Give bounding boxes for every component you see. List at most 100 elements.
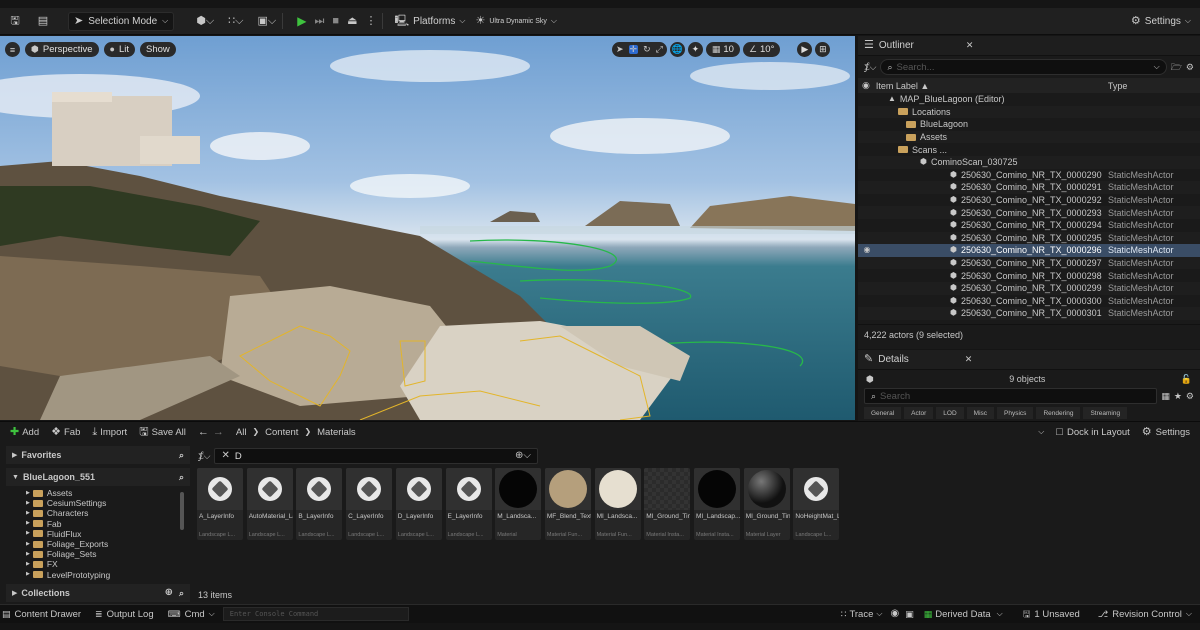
asset-tile[interactable]: E_LayerInfo Landscape L...	[445, 468, 492, 540]
asset-tile[interactable]: B_LayerInfo Landscape L...	[296, 468, 343, 540]
outliner-row[interactable]: ⬢ 250630_Comino_NR_TX_0000294 StaticMeshAc…	[858, 219, 1200, 232]
outliner-row[interactable]: ⬢ 250630_Comino_NR_TX_0000290 StaticMeshAc…	[858, 169, 1200, 182]
asset-tile[interactable]: MI_Landsca... Material Fun...	[594, 468, 641, 540]
unsaved-button[interactable]: 🖫 1 Unsaved	[1023, 609, 1080, 620]
play-icon[interactable]: ▶	[297, 15, 306, 27]
settings-dropdown[interactable]: ⚙ Settings ⌵	[1126, 12, 1196, 31]
asset-tile[interactable]: MF_Blend_Texture Material Fun...	[544, 468, 591, 540]
show-button[interactable]: Show	[139, 42, 176, 57]
grid-view-icon[interactable]: ▦	[1161, 391, 1170, 401]
asset-tile[interactable]: NoHeightMat_LayerInfo Landscape L...	[793, 468, 840, 540]
close-icon[interactable]: ✕	[966, 41, 974, 50]
outliner-row[interactable]: ⬢ 250630_Comino_NR_TX_0000300 StaticMeshAc…	[858, 295, 1200, 308]
chevron-down-icon[interactable]: ⌵	[1038, 428, 1044, 436]
outliner-row[interactable]: ◉ ⬢ 250630_Comino_NR_TX_0000296 StaticMeshA…	[858, 244, 1200, 257]
folder-item[interactable]: ▶ LevelPrototyping	[26, 570, 190, 580]
folder-item[interactable]: ▶ Foliage_Exports	[26, 539, 190, 549]
outliner-row[interactable]: Assets	[858, 130, 1200, 144]
folder-item[interactable]: ▶ FX	[26, 559, 190, 569]
gear-icon[interactable]: ⚙	[1186, 62, 1194, 72]
type-column[interactable]: Type	[1108, 81, 1128, 91]
asset-tile[interactable]: D_LayerInfo Landscape L...	[395, 468, 442, 540]
add-actor-icon[interactable]: ⬢⌵	[196, 15, 214, 27]
star-icon[interactable]: ★	[1174, 391, 1182, 401]
outliner-row[interactable]: Scans ...	[858, 143, 1200, 156]
add-button[interactable]: ✚ Add	[10, 426, 39, 438]
outliner-search-input[interactable]: ⌕ Search... ⌵	[880, 59, 1167, 75]
sky-dropdown[interactable]: ☀ Ultra Dynamic Sky ⌵	[470, 12, 562, 31]
filter-icon[interactable]: ⨋⌵	[864, 62, 876, 72]
folder-item[interactable]: ▶ Fab	[26, 519, 190, 529]
details-category-tab[interactable]: LOD	[936, 407, 964, 419]
folder-item[interactable]: ▶ FluidFlux	[26, 529, 190, 539]
asset-tile[interactable]: M_Landsca... Material	[495, 468, 542, 540]
details-category-tab[interactable]: Physics	[997, 407, 1034, 419]
details-category-tab[interactable]: General	[864, 407, 902, 419]
folder-scrollbar[interactable]	[180, 492, 184, 530]
more-options-icon[interactable]: ⋮	[365, 15, 376, 27]
details-tab[interactable]: ✎ Details ✕	[858, 350, 1200, 370]
asset-tile[interactable]: MI_Landscap... Material Insta...	[694, 468, 740, 540]
outliner-row[interactable]: BlueLagoon	[858, 118, 1200, 131]
outliner-row[interactable]: ⬢ 250630_Comino_NR_TX_0000297 StaticMeshAc…	[858, 256, 1200, 270]
add-folder-icon[interactable]: 🗁	[1171, 62, 1182, 72]
grid-snap-button[interactable]: ▦ 10	[705, 42, 740, 57]
outliner-tab[interactable]: ☰ Outliner ✕	[858, 36, 1200, 56]
scale-icon[interactable]: ⤢	[656, 45, 663, 54]
lit-button[interactable]: ● Lit	[103, 42, 135, 57]
close-icon[interactable]: ✕	[965, 355, 973, 364]
asset-tile[interactable]: C_LayerInfo Landscape L...	[346, 468, 393, 540]
content-icon[interactable]: ▤	[36, 15, 50, 27]
outliner-row[interactable]: Locations	[858, 105, 1200, 119]
asset-tile[interactable]: A_LayerInfo Landscape L...	[197, 468, 243, 540]
import-button[interactable]: ⤓ Import	[92, 426, 127, 438]
asset-tile[interactable]: MI_Ground_Tint Material Layer	[743, 468, 790, 540]
outliner-row[interactable]: ⬢ 250630_Comino_NR_TX_0000291 StaticMeshAc…	[858, 181, 1200, 194]
save-icon[interactable]: 🖫	[8, 15, 22, 27]
asset-tile[interactable]: MI_Ground_Tint Material Insta...	[644, 468, 691, 540]
save-all-button[interactable]: 🖫 Save All	[139, 426, 186, 438]
eye-icon[interactable]: ◉	[860, 246, 874, 254]
content-settings-button[interactable]: ⚙ Settings	[1142, 426, 1190, 438]
outliner-row[interactable]: ▲ MAP_BlueLagoon (Editor)	[858, 93, 1200, 106]
outliner-row[interactable]: ⬢ 250630_Comino_NR_TX_0000299 StaticMeshAc…	[858, 281, 1200, 295]
maximize-icon[interactable]: ⊞	[815, 42, 831, 57]
cinematics-icon[interactable]: ▣⌵	[258, 15, 277, 27]
details-category-tab[interactable]: Misc	[966, 407, 995, 419]
eject-icon[interactable]: ⏏	[347, 15, 357, 27]
content-drawer-button[interactable]: ▤ Content Drawer	[2, 609, 81, 620]
trace-dropdown[interactable]: ∷ Trace ⌵	[841, 609, 883, 620]
add-collection-icon[interactable]: ⊕	[165, 588, 173, 598]
details-category-tab[interactable]: Rendering	[1036, 407, 1081, 419]
folder-item[interactable]: ▶ Foliage_Sets	[26, 549, 190, 559]
outliner-row[interactable]: ⬢ 250630_Comino_NR_TX_0000301 StaticMeshAc…	[858, 307, 1200, 320]
folder-item[interactable]: ▶ Assets	[26, 488, 190, 498]
screenshot-icon[interactable]: ▣	[905, 609, 914, 619]
console-input[interactable]: Enter Console Command	[222, 607, 409, 621]
outliner-row[interactable]: ⬢ CominoScan_030725	[858, 155, 1200, 169]
rotate-icon[interactable]: ↻	[643, 45, 651, 54]
details-category-tab[interactable]: Actor	[904, 407, 934, 419]
derived-data-dropdown[interactable]: ▦ Derived Data ⌵	[924, 609, 1003, 620]
search-icon[interactable]: ⌕	[179, 450, 184, 460]
output-log-button[interactable]: ≣ Output Log	[95, 609, 154, 620]
blueprint-icon[interactable]: ∷⌵	[228, 15, 243, 27]
camera-speed-icon[interactable]: ▶	[797, 42, 813, 57]
fab-button[interactable]: ❖ Fab	[51, 426, 80, 438]
perspective-button[interactable]: ⬢ Perspective	[25, 42, 99, 57]
revision-control-dropdown[interactable]: ⎇ Revision Control ⌵	[1098, 609, 1192, 620]
project-root-header[interactable]: ▼ BlueLagoon_551 ⌕	[6, 468, 190, 486]
record-icon[interactable]: ◉	[890, 609, 899, 619]
platforms-dropdown[interactable]: 🖳 Platforms ⌵	[389, 12, 470, 31]
move-icon[interactable]: ✛	[628, 45, 639, 54]
gear-icon[interactable]: ⚙	[1186, 391, 1194, 401]
stop-icon[interactable]: ■	[332, 15, 339, 27]
asset-tile[interactable]: AutoMaterial_LayerInfo Landscape L...	[246, 468, 293, 540]
folder-item[interactable]: ▶ Characters	[26, 508, 190, 518]
details-category-tab[interactable]: Streaming	[1083, 407, 1128, 419]
select-cursor-icon[interactable]: ➤	[616, 45, 624, 54]
item-label-column[interactable]: Item Label ▲	[876, 81, 1108, 91]
collections-header[interactable]: ▶ Collections ⊕ ⌕	[6, 584, 190, 602]
surface-snap-icon[interactable]: ✦	[687, 42, 703, 57]
outliner-row[interactable]: ⬢ 250630_Comino_NR_TX_0000292 StaticMeshAc…	[858, 194, 1200, 207]
